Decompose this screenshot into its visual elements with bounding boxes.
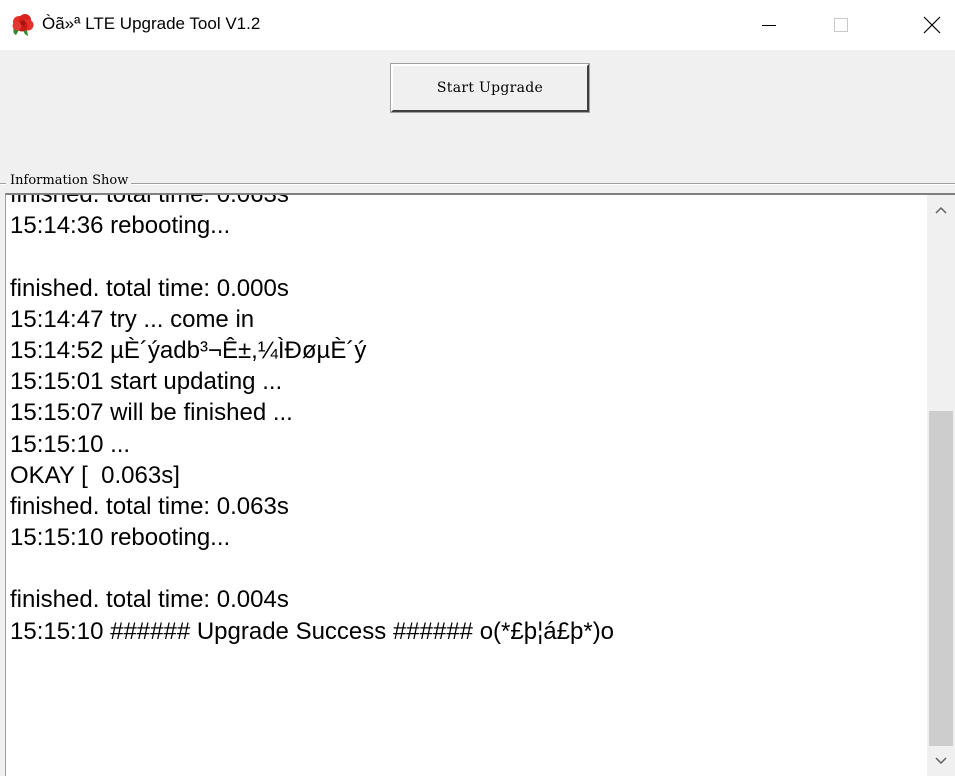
scroll-down-arrow-icon: [935, 752, 947, 770]
log-line: 15:15:10 ...: [10, 430, 131, 458]
log-line: 15:14:47 try ... come in: [10, 305, 255, 333]
maximize-icon: [833, 17, 849, 33]
log-line: finished. total time: 0.000s: [10, 274, 289, 302]
log-line: 15:15:07 will be finished ...: [10, 399, 293, 427]
start-upgrade-button[interactable]: Start Upgrade: [390, 63, 590, 113]
title-bar[interactable]: Òã»ª LTE Upgrade Tool V1.2: [0, 0, 955, 50]
close-button[interactable]: [909, 0, 955, 50]
group-divider: [0, 183, 955, 185]
maximize-button: [818, 0, 864, 50]
log-line: OKAY [ 0.063s]: [10, 461, 180, 489]
red-flower-icon: [10, 13, 36, 37]
log-line: 15:15:01 start updating ...: [10, 368, 283, 396]
minimize-icon: [761, 17, 777, 33]
close-icon: [923, 16, 941, 34]
scroll-thumb[interactable]: [929, 411, 953, 746]
information-show-label: Information Show: [6, 173, 132, 188]
window-title: Òã»ª LTE Upgrade Tool V1.2: [42, 14, 261, 33]
log-line: 15:14:52 µÈ´ýadb³¬Ê±,¼ÌÐøµÈ´ý: [10, 336, 367, 364]
information-log-textarea[interactable]: finished. total time: 0.063s 15:14:36 reb…: [5, 193, 955, 776]
log-line: 15:15:10 ###### Upgrade Success ###### o…: [10, 617, 615, 645]
log-line: finished. total time: 0.063s: [10, 193, 289, 208]
log-line: 15:15:10 rebooting...: [10, 524, 231, 552]
vertical-scrollbar[interactable]: [927, 195, 955, 776]
log-line: finished. total time: 0.063s: [10, 492, 289, 520]
scroll-up-button[interactable]: [927, 195, 955, 225]
log-line: 15:14:36 rebooting...: [10, 212, 231, 240]
scroll-up-arrow-icon: [935, 201, 947, 219]
app-window: Òã»ª LTE Upgrade Tool V1.2 Start Upgrade…: [0, 0, 955, 776]
minimize-button[interactable]: [746, 0, 792, 50]
log-line: finished. total time: 0.004s: [10, 586, 289, 614]
scroll-down-button[interactable]: [927, 746, 955, 776]
log-lines: finished. total time: 0.063s 15:14:36 reb…: [10, 193, 925, 647]
